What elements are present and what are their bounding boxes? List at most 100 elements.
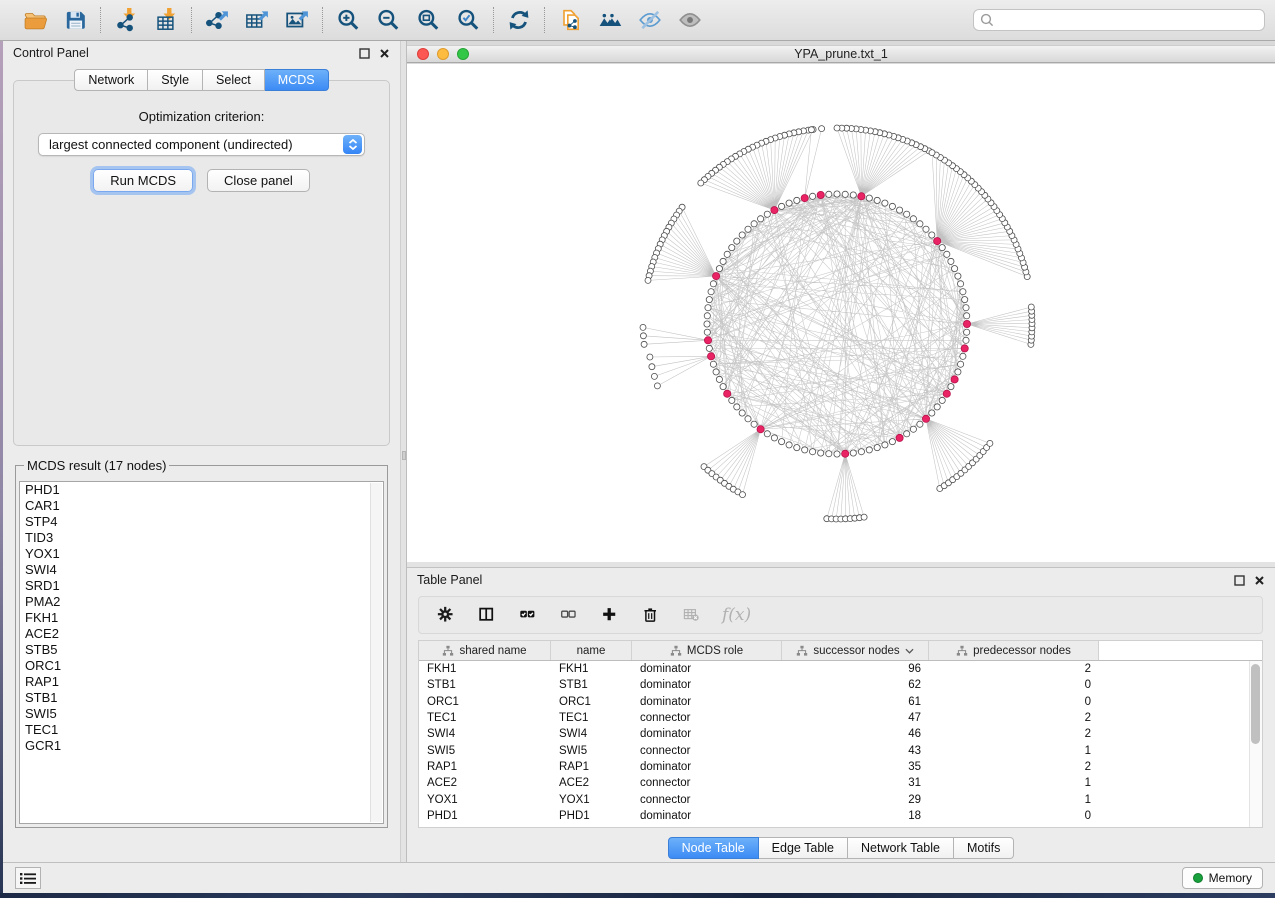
- network-node[interactable]: [779, 439, 785, 445]
- network-node[interactable]: [934, 404, 940, 410]
- network-node[interactable]: [716, 376, 722, 382]
- table-scrollbar-thumb[interactable]: [1251, 664, 1260, 744]
- optimization-criterion-select[interactable]: largest connected component (undirected): [38, 133, 365, 156]
- network-node[interactable]: [958, 361, 964, 367]
- network-node[interactable]: [929, 410, 935, 416]
- network-node[interactable]: [882, 200, 888, 206]
- network-node[interactable]: [734, 404, 740, 410]
- first-neighbors-icon[interactable]: [597, 7, 623, 33]
- network-node[interactable]: [819, 126, 825, 132]
- network-node[interactable]: [739, 232, 745, 238]
- mcds-dominator-node[interactable]: [934, 238, 941, 245]
- network-node[interactable]: [834, 191, 840, 197]
- network-node[interactable]: [939, 245, 945, 251]
- tab-style[interactable]: Style: [148, 69, 203, 91]
- network-node[interactable]: [786, 442, 792, 448]
- network-node[interactable]: [958, 281, 964, 287]
- network-node[interactable]: [955, 273, 961, 279]
- import-network-icon[interactable]: [113, 7, 139, 33]
- mcds-result-item[interactable]: SWI4: [20, 562, 383, 578]
- network-node[interactable]: [710, 361, 716, 367]
- network-node[interactable]: [818, 450, 824, 456]
- mcds-result-item[interactable]: PHD1: [20, 482, 383, 498]
- network-node[interactable]: [713, 369, 719, 375]
- network-node[interactable]: [826, 451, 832, 457]
- mcds-dominator-node[interactable]: [704, 337, 711, 344]
- table-row[interactable]: FKH1FKH1dominator962: [419, 661, 1262, 677]
- table-scrollbar[interactable]: [1249, 661, 1262, 827]
- column-header-successor-nodes[interactable]: successor nodes: [782, 641, 929, 660]
- mcds-result-item[interactable]: SRD1: [20, 578, 383, 594]
- mcds-dominator-node[interactable]: [817, 191, 824, 198]
- network-node[interactable]: [794, 445, 800, 451]
- mcds-result-item[interactable]: YOX1: [20, 546, 383, 562]
- network-node[interactable]: [705, 305, 711, 311]
- network-node[interactable]: [917, 421, 923, 427]
- mcds-dominator-node[interactable]: [757, 426, 764, 433]
- tab-network[interactable]: Network: [74, 69, 148, 91]
- mcds-dominator-node[interactable]: [961, 345, 968, 352]
- mcds-dominator-node[interactable]: [943, 390, 950, 397]
- network-node[interactable]: [904, 431, 910, 437]
- network-node[interactable]: [889, 203, 895, 209]
- mcds-result-item[interactable]: STP4: [20, 514, 383, 530]
- mcds-dominator-node[interactable]: [951, 376, 958, 383]
- mcds-result-item[interactable]: GCR1: [20, 738, 383, 754]
- network-node[interactable]: [764, 211, 770, 217]
- network-node[interactable]: [955, 369, 961, 375]
- mcds-result-item[interactable]: STB1: [20, 690, 383, 706]
- run-mcds-button[interactable]: Run MCDS: [93, 169, 193, 192]
- network-node[interactable]: [704, 321, 710, 327]
- network-node[interactable]: [647, 354, 653, 360]
- network-node[interactable]: [963, 305, 969, 311]
- network-node[interactable]: [794, 197, 800, 203]
- network-node[interactable]: [708, 289, 714, 295]
- mcds-result-item[interactable]: ORC1: [20, 658, 383, 674]
- network-node[interactable]: [850, 450, 856, 456]
- network-node[interactable]: [939, 397, 945, 403]
- tab-node-table[interactable]: Node Table: [668, 837, 759, 859]
- network-node[interactable]: [882, 442, 888, 448]
- network-node[interactable]: [964, 329, 970, 335]
- network-node[interactable]: [858, 449, 864, 455]
- network-node[interactable]: [897, 207, 903, 213]
- vertical-splitter[interactable]: [400, 41, 407, 862]
- mcds-dominator-node[interactable]: [896, 434, 903, 441]
- network-node[interactable]: [698, 180, 704, 186]
- network-node[interactable]: [641, 341, 647, 347]
- network-node[interactable]: [706, 345, 712, 351]
- network-node[interactable]: [729, 397, 735, 403]
- mcds-result-item[interactable]: ACE2: [20, 626, 383, 642]
- network-node[interactable]: [948, 384, 954, 390]
- network-node[interactable]: [729, 245, 735, 251]
- mcds-result-item[interactable]: RAP1: [20, 674, 383, 690]
- network-node[interactable]: [779, 203, 785, 209]
- tab-network-table[interactable]: Network Table: [848, 837, 954, 859]
- deselect-all-rows-icon[interactable]: [558, 604, 580, 626]
- network-node[interactable]: [960, 289, 966, 295]
- network-graph[interactable]: [407, 64, 1275, 562]
- zoom-fit-icon[interactable]: [415, 7, 441, 33]
- network-node[interactable]: [826, 191, 832, 197]
- network-node[interactable]: [861, 514, 867, 520]
- close-panel-icon[interactable]: [379, 48, 390, 59]
- table-row[interactable]: PHD1PHD1dominator180: [419, 808, 1262, 824]
- float-panel-icon[interactable]: [359, 48, 370, 59]
- table-row[interactable]: TEC1TEC1connector472: [419, 710, 1262, 726]
- export-table-icon[interactable]: [244, 7, 270, 33]
- mcds-dominator-node[interactable]: [922, 415, 929, 422]
- add-column-icon[interactable]: [599, 604, 621, 626]
- network-node[interactable]: [734, 238, 740, 244]
- network-node[interactable]: [716, 266, 722, 272]
- mcds-dominator-node[interactable]: [713, 273, 720, 280]
- network-from-selection-icon[interactable]: [557, 7, 583, 33]
- splitter-grip[interactable]: [402, 451, 406, 460]
- show-columns-icon[interactable]: [476, 604, 498, 626]
- search-input[interactable]: [973, 9, 1265, 31]
- network-node[interactable]: [704, 329, 710, 335]
- table-row[interactable]: SWI4SWI4dominator462: [419, 726, 1262, 742]
- network-node[interactable]: [889, 439, 895, 445]
- column-header-name[interactable]: name: [551, 641, 632, 660]
- network-node[interactable]: [962, 297, 968, 303]
- network-canvas[interactable]: [407, 64, 1275, 562]
